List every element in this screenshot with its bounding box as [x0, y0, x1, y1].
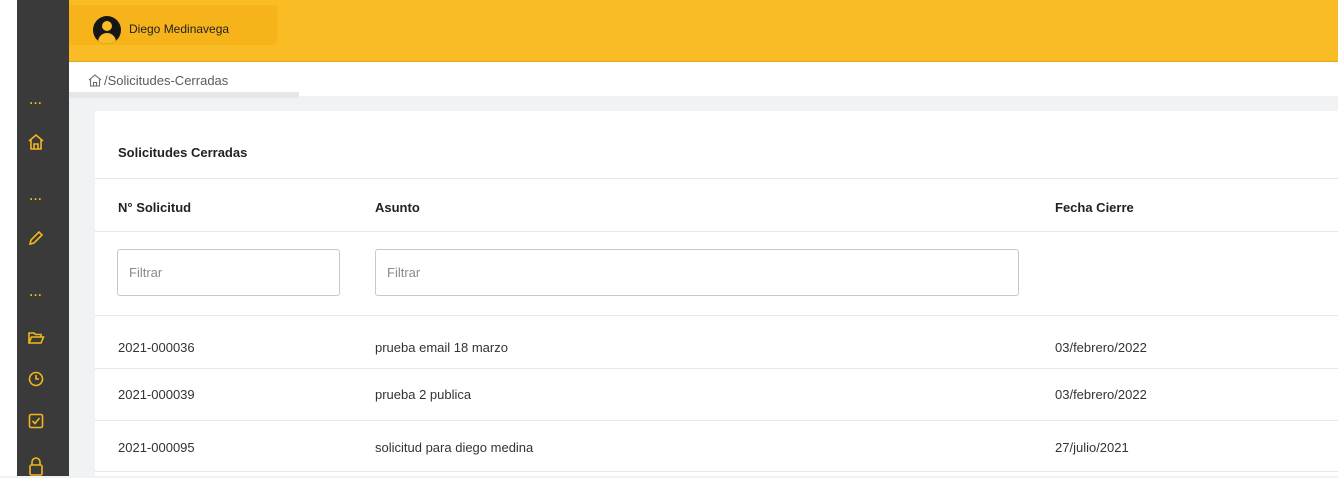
sidebar-section-dots: ...	[29, 285, 43, 299]
cell-asunto: prueba email 18 marzo	[375, 340, 508, 355]
cell-fecha: 03/febrero/2022	[1055, 340, 1147, 355]
breadcrumb: /Solicitudes-Cerradas	[88, 73, 228, 88]
clock-icon	[28, 371, 44, 387]
page-title: Solicitudes Cerradas	[118, 145, 248, 160]
filter-solicitud-input[interactable]	[117, 249, 340, 296]
checkbox-icon	[28, 413, 44, 429]
column-header-fecha-cierre[interactable]: Fecha Cierre	[1055, 200, 1134, 215]
cell-solicitud: 2021-000036	[118, 340, 195, 355]
sidebar-section-dots: ...	[29, 93, 43, 107]
breadcrumb-bar	[69, 62, 1338, 96]
sidebar-item-history[interactable]	[24, 367, 48, 391]
cell-solicitud: 2021-000039	[118, 387, 195, 402]
user-menu[interactable]: Diego Medinavega	[69, 5, 277, 45]
user-avatar-icon	[93, 16, 121, 44]
sidebar-item-security[interactable]	[24, 454, 48, 478]
home-icon	[28, 133, 44, 150]
sidebar-item-home[interactable]	[24, 130, 48, 154]
cell-fecha: 27/julio/2021	[1055, 440, 1129, 455]
cell-fecha: 03/febrero/2022	[1055, 387, 1147, 402]
lock-icon	[29, 457, 43, 476]
column-header-asunto[interactable]: Asunto	[375, 200, 420, 215]
breadcrumb-path: /Solicitudes-Cerradas	[104, 73, 229, 88]
folder-open-icon	[27, 332, 45, 344]
breadcrumb-home-icon[interactable]	[88, 74, 102, 87]
sidebar-item-folder[interactable]	[24, 326, 48, 350]
cell-asunto: prueba 2 publica	[375, 387, 472, 402]
cell-solicitud: 2021-000095	[118, 440, 195, 455]
sidebar: ... ... ...	[0, 0, 69, 476]
pencil-icon	[28, 230, 44, 246]
filter-asunto-input[interactable]	[375, 249, 1019, 296]
column-header-solicitud[interactable]: N° Solicitud	[118, 200, 191, 215]
cell-asunto: solicitud para diego medina	[375, 440, 534, 455]
sidebar-item-edit[interactable]	[24, 226, 48, 250]
sidebar-section-dots: ...	[29, 189, 43, 203]
sidebar-item-tasks[interactable]	[24, 409, 48, 433]
user-name: Diego Medinavega	[129, 22, 230, 36]
top-bar: Diego Medinavega	[69, 0, 1338, 62]
sidebar-edge	[0, 0, 17, 476]
